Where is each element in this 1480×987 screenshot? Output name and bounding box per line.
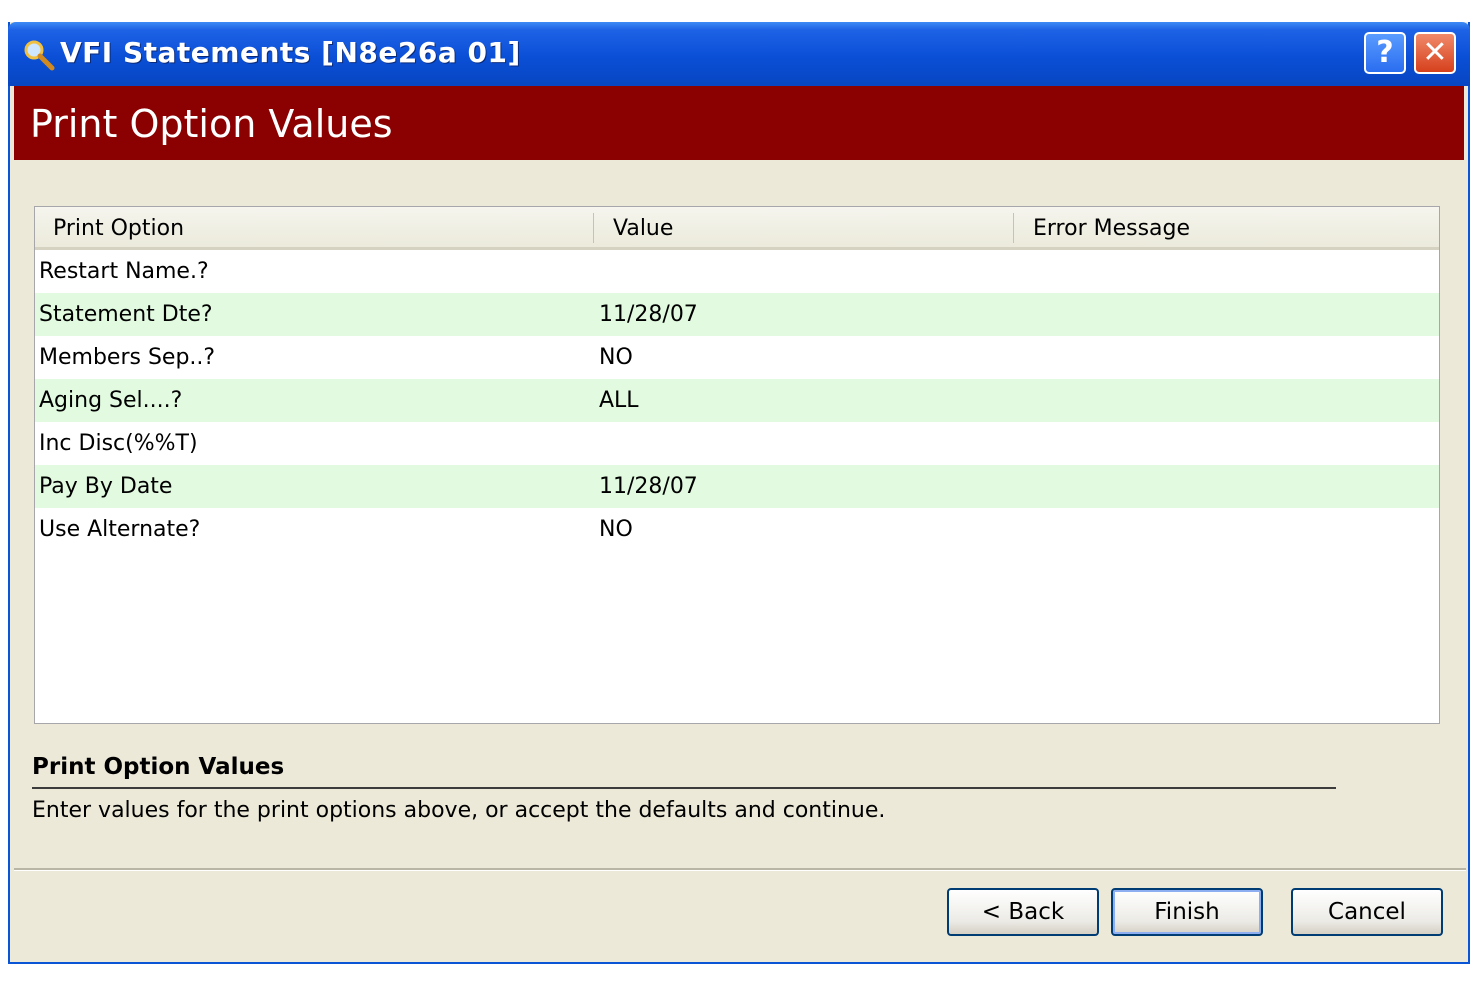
value-cell[interactable]: 11/28/07 — [599, 293, 698, 336]
description-text: Enter values for the print options above… — [32, 798, 886, 823]
option-cell: Use Alternate? — [39, 517, 201, 542]
option-cell: Inc Disc(%%T) — [39, 431, 198, 456]
table-row[interactable]: Aging Sel....? ALL — [35, 379, 1439, 422]
value-cell[interactable]: NO — [599, 336, 633, 379]
back-button[interactable]: < Back — [947, 888, 1099, 936]
column-divider[interactable] — [593, 213, 594, 243]
value-cell[interactable]: 11/28/07 — [599, 465, 698, 508]
option-cell: Statement Dte? — [39, 302, 213, 327]
close-button[interactable]: ✕ — [1414, 32, 1456, 74]
window-title: VFI Statements [N8e26a 01] — [60, 36, 521, 69]
title-bar[interactable]: VFI Statements [N8e26a 01] ? ✕ — [8, 22, 1470, 86]
table-row[interactable]: Inc Disc(%%T) — [35, 422, 1439, 465]
table-row[interactable]: Statement Dte? 11/28/07 — [35, 293, 1439, 336]
description-title: Print Option Values — [32, 754, 285, 780]
value-cell[interactable]: ALL — [599, 379, 639, 422]
table-row[interactable]: Pay By Date 11/28/07 — [35, 465, 1439, 508]
column-divider[interactable] — [1013, 213, 1014, 243]
page-title: Print Option Values — [30, 102, 393, 146]
cancel-button[interactable]: Cancel — [1291, 888, 1443, 936]
footer-divider — [14, 868, 1466, 871]
help-button[interactable]: ? — [1364, 32, 1406, 74]
option-cell: Aging Sel....? — [39, 388, 183, 413]
option-cell: Pay By Date — [39, 474, 173, 499]
column-header-print-option[interactable]: Print Option — [53, 207, 184, 247]
option-cell: Restart Name.? — [39, 259, 209, 284]
table-row[interactable]: Use Alternate? NO — [35, 508, 1439, 551]
print-options-table: Print Option Value Error Message Restart… — [34, 206, 1440, 724]
finish-button[interactable]: Finish — [1111, 888, 1263, 936]
table-row[interactable]: Members Sep..? NO — [35, 336, 1439, 379]
dialog-window: VFI Statements [N8e26a 01] ? ✕ Print Opt… — [8, 22, 1470, 964]
column-header-error-message[interactable]: Error Message — [1033, 207, 1190, 247]
option-cell: Members Sep..? — [39, 345, 216, 370]
column-header-value[interactable]: Value — [613, 207, 673, 247]
table-row[interactable]: Restart Name.? — [35, 250, 1439, 293]
table-header: Print Option Value Error Message — [35, 207, 1439, 250]
description-divider — [32, 787, 1336, 789]
value-cell[interactable]: NO — [599, 508, 633, 551]
magnifier-icon — [22, 38, 56, 72]
header-banner: Print Option Values — [14, 86, 1464, 160]
